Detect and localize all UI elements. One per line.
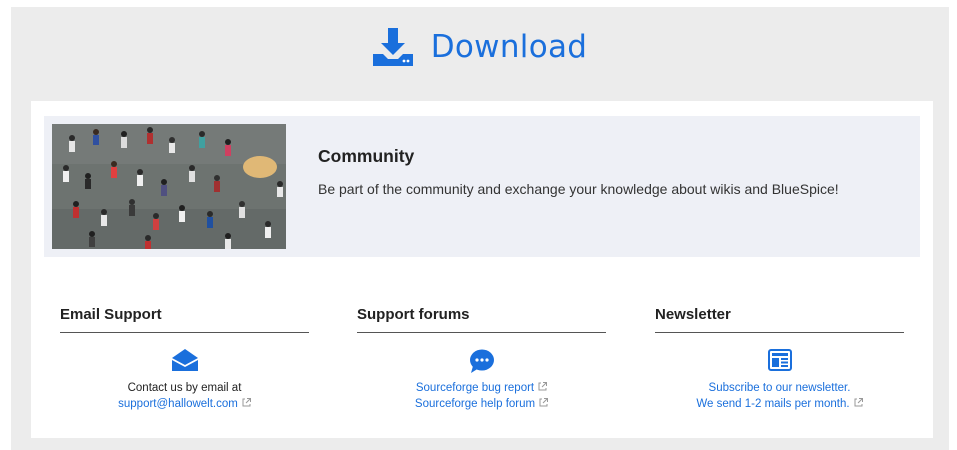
newsletter-frequency-link[interactable]: We send 1-2 mails per month. — [696, 398, 849, 410]
community-title[interactable]: Community — [318, 146, 414, 167]
newspaper-icon[interactable] — [767, 349, 792, 371]
download-title-link[interactable]: Download — [431, 29, 588, 65]
download-section: Download Community Be part of the commun… — [11, 7, 949, 450]
external-link-icon — [242, 398, 251, 407]
sourceforge-bug-report-link[interactable]: Sourceforge bug report — [416, 382, 534, 394]
newsletter-heading: Newsletter — [655, 306, 904, 333]
support-forums-column: Support forums Sourceforge bug report So… — [357, 306, 606, 412]
content-card: Community Be part of the community and e… — [31, 101, 933, 438]
crowd-photo — [52, 124, 286, 249]
download-icon[interactable] — [372, 28, 413, 66]
newsletter-column: Newsletter Subscribe to our newsletter. … — [655, 306, 904, 412]
community-description: Be part of the community and exchange yo… — [318, 181, 839, 197]
chat-bubble-icon[interactable] — [469, 349, 495, 373]
email-support-column: Email Support Contact us by email at sup… — [60, 306, 309, 412]
email-support-text: Contact us by email at — [127, 382, 242, 394]
envelope-icon[interactable] — [171, 349, 198, 371]
external-link-icon — [854, 398, 863, 407]
email-support-heading: Email Support — [60, 306, 309, 333]
support-email-link[interactable]: support@hallowelt.com — [118, 398, 238, 410]
support-forums-heading: Support forums — [357, 306, 606, 333]
sourceforge-help-forum-link[interactable]: Sourceforge help forum — [415, 398, 535, 410]
community-banner[interactable]: Community Be part of the community and e… — [44, 116, 920, 257]
download-header[interactable]: Download — [11, 7, 949, 87]
external-link-icon — [538, 382, 548, 391]
newsletter-subscribe-link[interactable]: Subscribe to our newsletter. — [709, 382, 851, 394]
external-link-icon — [539, 398, 549, 407]
